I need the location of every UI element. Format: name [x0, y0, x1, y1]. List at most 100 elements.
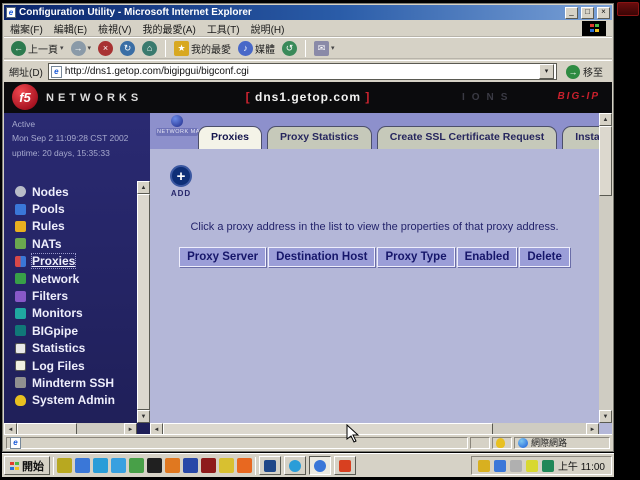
sidebar-item-proxies[interactable]: Proxies — [15, 253, 134, 270]
content-vertical-scrollbar[interactable]: ▲ ▼ — [599, 113, 612, 423]
stop-button[interactable]: × — [96, 40, 115, 57]
scrollbar-thumb[interactable] — [137, 194, 150, 410]
sidebar-vertical-scrollbar[interactable]: ▲ ▼ — [137, 181, 150, 423]
network-icon — [15, 273, 26, 284]
media-button[interactable]: ♪ 媒體 — [236, 40, 277, 57]
quicklaunch-icon[interactable] — [237, 458, 252, 473]
go-label: 移至 — [583, 64, 603, 79]
scroll-down-icon[interactable]: ▼ — [599, 410, 612, 423]
go-icon: → — [566, 65, 580, 79]
mail-button[interactable]: ✉ ▾ — [312, 40, 337, 57]
quicklaunch-icon[interactable] — [57, 458, 72, 473]
toolbar-separator — [305, 40, 306, 57]
quicklaunch-icon[interactable] — [75, 458, 90, 473]
menu-file[interactable]: 檔案(F) — [10, 21, 43, 36]
status-zone-pane: 網際網路 — [514, 437, 610, 449]
history-button[interactable]: ↺ — [280, 40, 299, 57]
quicklaunch-icon[interactable] — [183, 458, 198, 473]
column-delete[interactable]: Delete — [519, 247, 570, 267]
sidebar-info: Active Mon Sep 2 11:09:28 CST 2002 uptim… — [4, 113, 150, 160]
minimize-button[interactable]: _ — [565, 7, 578, 19]
back-icon: ← — [11, 41, 26, 56]
tray-network-icon[interactable] — [494, 460, 506, 472]
sidebar-item-network[interactable]: Network — [15, 270, 134, 287]
back-button[interactable]: ← 上一頁 ▾ — [9, 40, 66, 57]
scroll-up-icon[interactable]: ▲ — [599, 113, 612, 126]
datetime-text: Mon Sep 2 11:09:28 CST 2002 — [12, 131, 150, 145]
forward-icon: → — [71, 41, 86, 56]
quicklaunch-icon[interactable] — [129, 458, 144, 473]
start-label: 開始 — [22, 458, 44, 474]
sidebar-item-rules[interactable]: Rules — [15, 218, 134, 235]
close-button[interactable]: × — [597, 7, 610, 19]
go-button[interactable]: → 移至 — [562, 63, 607, 80]
quicklaunch-icon[interactable] — [147, 458, 162, 473]
taskbar-window-button-active[interactable] — [309, 456, 331, 475]
scroll-up-icon[interactable]: ▲ — [137, 181, 150, 194]
forward-button[interactable]: → ▾ — [69, 40, 94, 57]
quicklaunch-icon[interactable] — [165, 458, 180, 473]
quicklaunch-icon[interactable] — [111, 458, 126, 473]
column-enabled[interactable]: Enabled — [457, 247, 518, 267]
quicklaunch-icon[interactable] — [93, 458, 108, 473]
favorites-icon: ★ — [174, 41, 189, 56]
back-dropdown-icon[interactable]: ▾ — [60, 44, 64, 52]
quicklaunch-icon[interactable] — [201, 458, 216, 473]
home-icon: ⌂ — [142, 41, 157, 56]
sidebar-item-nodes[interactable]: Nodes — [15, 183, 134, 200]
menu-favorites[interactable]: 我的最愛(A) — [142, 21, 195, 36]
address-input[interactable]: e http://dns1.getop.com/bigipgui/bigconf… — [48, 63, 557, 80]
tab-install-ssl-certificate[interactable]: Install SSL Certif — [562, 126, 599, 149]
sidebar-item-system-admin[interactable]: System Admin — [15, 392, 134, 409]
menu-edit[interactable]: 編輯(E) — [54, 21, 87, 36]
sidebar-item-monitors[interactable]: Monitors — [15, 305, 134, 322]
column-destination-host[interactable]: Destination Host — [268, 247, 375, 267]
column-proxy-server[interactable]: Proxy Server — [179, 247, 266, 267]
tray-icon[interactable] — [542, 460, 554, 472]
add-proxy-button[interactable]: + ADD — [170, 165, 192, 198]
sidebar-item-log-files[interactable]: Log Files — [15, 357, 134, 374]
status-pane — [492, 437, 512, 449]
hostname-text: dns1.getop.com — [255, 90, 361, 104]
home-button[interactable]: ⌂ — [140, 40, 159, 57]
proxy-table-header: Proxy Server Destination Host Proxy Type… — [150, 247, 599, 267]
menu-help[interactable]: 說明(H) — [251, 21, 285, 36]
taskbar-window-button[interactable] — [334, 456, 356, 475]
sidebar-item-nats[interactable]: NATs — [15, 235, 134, 252]
quicklaunch-icon[interactable] — [219, 458, 234, 473]
scrollbar-track[interactable] — [599, 196, 612, 410]
tab-proxies[interactable]: Proxies — [198, 126, 262, 149]
window-title: Configuration Utility - Microsoft Intern… — [19, 7, 562, 18]
menu-view[interactable]: 檢視(V) — [98, 21, 131, 36]
sidebar-item-bigpipe[interactable]: BIGpipe — [15, 322, 134, 339]
tab-proxy-statistics[interactable]: Proxy Statistics — [267, 126, 372, 149]
forward-dropdown-icon[interactable]: ▾ — [88, 44, 92, 52]
mail-dropdown-icon[interactable]: ▾ — [331, 44, 335, 52]
scroll-down-icon[interactable]: ▼ — [137, 410, 150, 423]
column-proxy-type[interactable]: Proxy Type — [377, 247, 454, 267]
bigpipe-icon — [15, 325, 26, 336]
tray-icon[interactable] — [526, 460, 538, 472]
menu-tools[interactable]: 工具(T) — [207, 21, 240, 36]
refresh-button[interactable]: ↻ — [118, 40, 137, 57]
sidebar-item-pools[interactable]: Pools — [15, 200, 134, 217]
network-map-button[interactable]: NETWORK MAP — [156, 115, 198, 136]
maximize-button[interactable]: □ — [581, 7, 594, 19]
status-bar: e 網際網路 — [4, 434, 612, 450]
windows-flag-icon — [590, 24, 599, 32]
taskbar-window-button[interactable] — [259, 456, 281, 475]
header-watermark: IONS — [462, 92, 514, 103]
tabs: Proxies Proxy Statistics Create SSL Cert… — [198, 126, 599, 149]
sidebar-item-filters[interactable]: Filters — [15, 287, 134, 304]
sidebar-item-mindterm-ssh[interactable]: Mindterm SSH — [15, 374, 134, 391]
favorites-button[interactable]: ★ 我的最愛 — [172, 40, 233, 57]
tab-create-ssl-certificate-request[interactable]: Create SSL Certificate Request — [377, 126, 557, 149]
sidebar-item-statistics[interactable]: Statistics — [15, 340, 134, 357]
sidebar-nav: Nodes Pools Rules NATs Proxies Network F… — [15, 183, 134, 409]
taskbar-window-button[interactable] — [284, 456, 306, 475]
scrollbar-thumb[interactable] — [599, 126, 612, 196]
start-button[interactable]: 開始 — [4, 456, 50, 475]
address-dropdown-icon[interactable]: ▾ — [539, 64, 554, 79]
tray-volume-icon[interactable] — [478, 460, 490, 472]
tray-icon[interactable] — [510, 460, 522, 472]
